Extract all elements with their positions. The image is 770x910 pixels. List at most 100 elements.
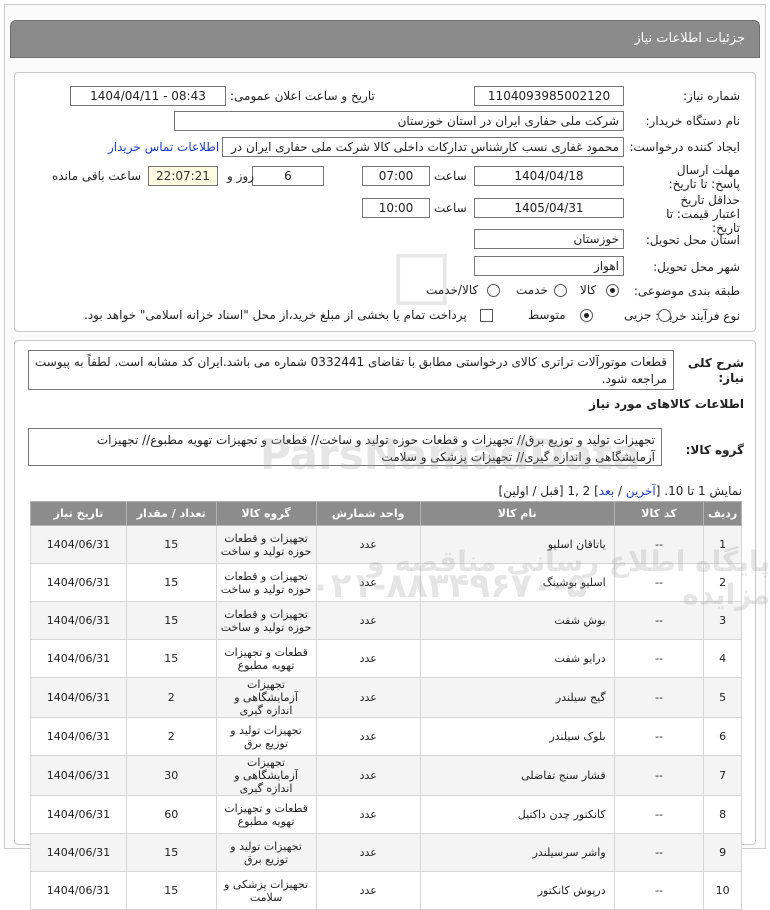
cell-unit: عدد (315, 601, 421, 640)
table-row[interactable]: 4 -- درایو شفت عدد قطعات و تجهیزات تهویه مطب… (30, 639, 742, 678)
cell-row-number: 7 (703, 755, 742, 796)
cell-item-code: -- (613, 677, 705, 718)
pagination: نمایش 1 تا 10. [آخرین / بعد] 2 ,1 [قبل /… (499, 484, 742, 498)
cell-item-code: -- (613, 755, 705, 796)
col-header-item-code[interactable]: کد کالا (613, 501, 705, 526)
process-radio-minor[interactable] (658, 309, 671, 322)
items-section-title: اطلاعات کالاهای مورد نیاز (589, 397, 744, 411)
cell-need-date: 1404/06/31 (30, 525, 127, 564)
cell-item-code: -- (613, 639, 705, 678)
col-header-item-name[interactable]: نام کالا (419, 501, 615, 526)
category-option-goods: کالا (580, 283, 597, 297)
category-radio-goods-service[interactable] (487, 284, 500, 297)
cell-item-name: کانکتور چدن داکتیل (419, 795, 615, 834)
validity-time-label: ساعت (434, 201, 467, 215)
days-remaining-field[interactable]: 6 (252, 166, 324, 186)
cell-goods-group: قطعات و تجهیزات تهویه مطبوع (215, 639, 317, 678)
cell-quantity: 60 (125, 795, 217, 834)
cell-item-name: یاتاقان اسلیو (419, 525, 615, 564)
cell-row-number: 10 (703, 871, 742, 910)
treasury-payment-checkbox[interactable] (480, 309, 493, 322)
col-header-quantity[interactable]: تعداد / مقدار (125, 501, 217, 526)
cell-quantity: 2 (125, 677, 217, 718)
cell-row-number: 8 (703, 795, 742, 834)
table-row[interactable]: 6 -- بلوک سیلندر عدد تجهیزات تولید و توزیع ب… (30, 717, 742, 756)
requester-label: ایجاد کننده درخواست: (629, 140, 740, 154)
category-option-goods-service: کالا/خدمت (426, 283, 479, 297)
cell-quantity: 15 (125, 563, 217, 602)
cell-need-date: 1404/06/31 (30, 795, 127, 834)
pagination-next-link[interactable]: بعد (599, 484, 614, 498)
table-row[interactable]: 7 -- فشار سنج تفاضلی عدد تجهیزات آزمایشگاهی … (30, 755, 742, 796)
process-radio-medium[interactable] (580, 309, 593, 322)
table-row[interactable]: 2 -- اسلیو بوشینگ عدد تجهیزات و قطعات حوزه ت… (30, 563, 742, 602)
cell-need-date: 1404/06/31 (30, 601, 127, 640)
validity-label: حداقل تاریخ اعتبار قیمت: تا تاریخ: (666, 193, 740, 235)
cell-goods-group: تجهیزات و قطعات حوزه تولید و ساخت (215, 601, 317, 640)
cell-need-date: 1404/06/31 (30, 677, 127, 718)
cell-row-number: 2 (703, 563, 742, 602)
deadline-date-field[interactable]: 1404/04/18 (474, 166, 624, 186)
col-header-need-date[interactable]: تاریخ نیاز (30, 501, 127, 526)
need-number-label: شماره نیاز: (683, 89, 740, 103)
cell-quantity: 2 (125, 717, 217, 756)
category-label: طبقه بندی موضوعی: (633, 284, 740, 298)
cell-need-date: 1404/06/31 (30, 563, 127, 602)
need-number-field[interactable]: 1104093985002120 (474, 86, 624, 106)
table-row[interactable]: 1 -- یاتاقان اسلیو عدد تجهیزات و قطعات حوزه … (30, 525, 742, 564)
table-row[interactable]: 9 -- واشر سرسیلندر عدد تجهیزات تولید و توزیع… (30, 833, 742, 872)
validity-time-field[interactable]: 10:00 (362, 198, 430, 218)
cell-unit: عدد (315, 525, 421, 564)
cell-goods-group: تجهیزات تولید و توزیع برق (215, 833, 317, 872)
cell-item-name: بوش شفت (419, 601, 615, 640)
treasury-payment-note: پرداخت تمام یا بخشی از مبلغ خرید،از محل … (84, 308, 467, 322)
cell-item-name: گیج سیلندر (419, 677, 615, 718)
cell-unit: عدد (315, 755, 421, 796)
cell-goods-group: تجهیزات تولید و توزیع برق (215, 717, 317, 756)
cell-item-name: درایو شفت (419, 639, 615, 678)
table-row[interactable]: 8 -- کانکتور چدن داکتیل عدد قطعات و تجهیزات … (30, 795, 742, 834)
cell-need-date: 1404/06/31 (30, 755, 127, 796)
col-header-unit[interactable]: واحد شمارش (315, 501, 421, 526)
province-field[interactable]: خوزستان (474, 229, 624, 249)
category-radio-service[interactable] (554, 284, 567, 297)
col-header-goods-group[interactable]: گروه کالا (215, 501, 317, 526)
deadline-time-field[interactable]: 07:00 (362, 166, 430, 186)
cell-quantity: 15 (125, 525, 217, 564)
table-row[interactable]: 5 -- گیج سیلندر عدد تجهیزات آزمایشگاهی و اند… (30, 677, 742, 718)
cell-row-number: 4 (703, 639, 742, 678)
pagination-last-link[interactable]: آخرین (626, 484, 656, 498)
announce-date-label: تاریخ و ساعت اعلان عمومی: (230, 89, 375, 103)
table-row[interactable]: 3 -- بوش شفت عدد تجهیزات و قطعات حوزه تولید … (30, 601, 742, 640)
validity-date-field[interactable]: 1405/04/31 (474, 198, 624, 218)
general-description-text: قطعات موتورآلات تراتری کالای درخواستی مط… (28, 350, 674, 390)
table-row[interactable]: 10 -- درپوش کانکتور عدد تجهیزات پزشکی و سلام… (30, 871, 742, 910)
announce-date-field[interactable]: 1404/04/11 - 08:43 (70, 86, 226, 106)
buyer-contact-link[interactable]: اطلاعات تماس خریدار (108, 140, 219, 154)
cell-quantity: 15 (125, 639, 217, 678)
category-radio-goods[interactable] (606, 284, 619, 297)
cell-item-name: بلوک سیلندر (419, 717, 615, 756)
city-field[interactable]: اهواز (474, 256, 624, 276)
cell-row-number: 6 (703, 717, 742, 756)
remaining-time-counter: 22:07:21 (148, 166, 218, 186)
cell-item-name: واشر سرسیلندر (419, 833, 615, 872)
cell-goods-group: تجهیزات آزمایشگاهی و اندازه گیری (215, 755, 317, 796)
buyer-field[interactable]: شرکت ملی حفاری ایران در استان خوزستان (174, 111, 624, 131)
cell-goods-group: تجهیزات پزشکی و سلامت (215, 871, 317, 910)
deadline-label: مهلت ارسال پاسخ: تا تاریخ: (668, 163, 740, 191)
cell-row-number: 9 (703, 833, 742, 872)
cell-item-code: -- (613, 833, 705, 872)
cell-unit: عدد (315, 871, 421, 910)
cell-item-code: -- (613, 525, 705, 564)
cell-row-number: 1 (703, 525, 742, 564)
col-header-row-number[interactable]: ردیف (703, 501, 742, 526)
cell-unit: عدد (315, 639, 421, 678)
buyer-label: نام دستگاه خریدار: (645, 114, 741, 128)
header-bar: جزئیات اطلاعات نیاز (10, 20, 760, 58)
requester-field[interactable]: محمود غفاری نسب کارشناس تدارکات داخلی کا… (222, 137, 624, 157)
cell-unit: عدد (315, 795, 421, 834)
cell-goods-group: تجهیزات و قطعات حوزه تولید و ساخت (215, 525, 317, 564)
table-header-row: ردیف کد کالا نام کالا واحد شمارش گروه کا… (30, 501, 742, 526)
deadline-time-label: ساعت (434, 169, 467, 183)
